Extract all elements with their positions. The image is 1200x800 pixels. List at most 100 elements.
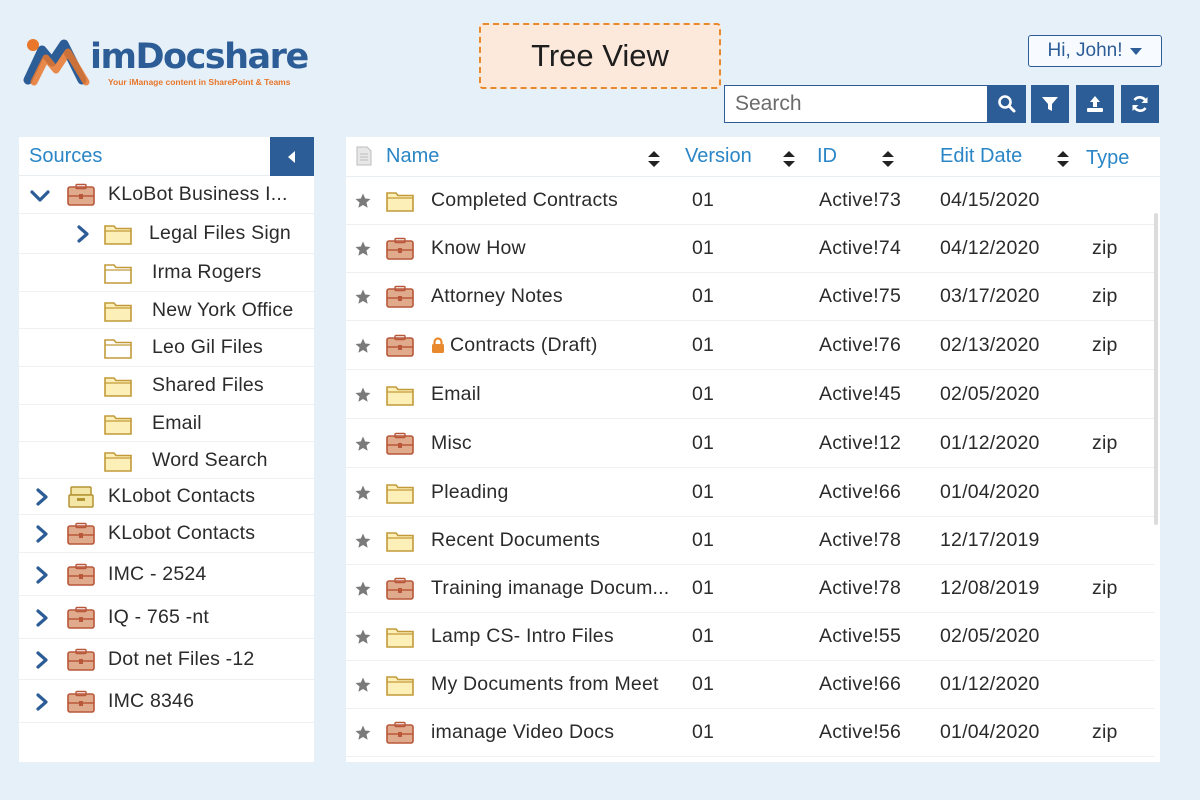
table-row[interactable]: Know How 01 Active!74 04/12/2020 zip	[346, 225, 1154, 273]
document-name[interactable]: Misc	[431, 432, 472, 455]
table-row[interactable]: Lamp CS- Intro Files 01 Active!55 02/05/202…	[346, 613, 1154, 661]
document-edit-date: 01/12/2020	[940, 432, 1040, 454]
star-icon[interactable]	[354, 532, 372, 555]
upload-button[interactable]	[1076, 85, 1114, 123]
document-edit-date: 12/08/2019	[940, 577, 1040, 599]
folder-outline-icon	[103, 336, 133, 365]
star-icon[interactable]	[354, 337, 372, 360]
source-tree-item-label: IQ - 765 -nt	[108, 605, 210, 628]
document-name[interactable]: Recent Documents	[431, 529, 600, 552]
table-row[interactable]: Pleading 01 Active!66 01/04/2020	[346, 469, 1154, 517]
table-row[interactable]: My Documents from Meet 01 Active!66 01/12/2…	[346, 661, 1154, 709]
table-row[interactable]: Attorney Notes 01 Active!75 03/17/2020 zip	[346, 273, 1154, 321]
chevron-right-icon[interactable]	[35, 608, 49, 632]
document-name[interactable]: Know How	[431, 237, 526, 260]
document-edit-date: 04/12/2020	[940, 237, 1040, 259]
table-row[interactable]: Completed Contracts 01 Active!73 04/15/2020	[346, 177, 1154, 225]
source-tree-item[interactable]: KLobot Contacts	[19, 479, 314, 515]
vertical-scrollbar[interactable]	[1154, 213, 1158, 525]
chevron-right-icon[interactable]	[35, 488, 49, 511]
source-tree-item[interactable]: Leo Gil Files	[19, 329, 314, 367]
star-icon[interactable]	[354, 288, 372, 311]
source-tree-item[interactable]: KLobot Contacts	[19, 515, 314, 553]
search-input[interactable]	[724, 85, 988, 123]
table-row[interactable]: Recent Documents 01 Active!78 12/17/2019	[346, 517, 1154, 565]
column-header-type[interactable]: Type	[1086, 147, 1129, 170]
source-tree-item[interactable]: KLoBot Business I...	[19, 176, 314, 214]
table-row[interactable]: imanage Video Docs 01 Active!56 01/04/2020 z…	[346, 709, 1154, 757]
source-tree-item-label: Legal Files Sign	[149, 222, 291, 244]
source-tree-item[interactable]: Dot net Files -12	[19, 639, 314, 680]
document-name[interactable]: Completed Contracts	[431, 189, 618, 212]
source-tree-item[interactable]: Word Search	[19, 442, 314, 479]
star-icon[interactable]	[354, 580, 372, 603]
star-icon[interactable]	[354, 386, 372, 409]
source-tree-item[interactable]: Shared Files	[19, 367, 314, 405]
table-row[interactable]: Email 01 Active!45 02/05/2020	[346, 371, 1154, 419]
document-name[interactable]: Email	[431, 383, 481, 406]
sort-icon[interactable]	[881, 150, 895, 168]
collapse-sources-button[interactable]	[270, 137, 314, 176]
user-menu-button[interactable]: Hi, John!	[1028, 35, 1162, 67]
star-icon[interactable]	[354, 484, 372, 507]
chevron-down-icon[interactable]	[30, 189, 50, 208]
document-name[interactable]: Contracts (Draft)	[450, 334, 598, 357]
document-name[interactable]: imanage Video Docs	[431, 721, 614, 744]
chevron-right-icon[interactable]	[76, 225, 90, 248]
folder-icon	[385, 529, 415, 558]
table-row[interactable]: Misc 01 Active!12 01/12/2020 zip	[346, 420, 1154, 468]
logo-tagline: Your iManage content in SharePoint & Tea…	[108, 77, 291, 87]
document-name[interactable]: Pleading	[431, 481, 509, 504]
sources-title: Sources	[29, 145, 103, 167]
column-header-edit-date[interactable]: Edit Date	[940, 145, 1022, 168]
archive-box-icon	[66, 485, 96, 514]
search-icon	[998, 95, 1016, 113]
logo-wordmark: imDocshare	[90, 37, 309, 77]
document-version: 01	[692, 529, 715, 551]
chevron-right-icon[interactable]	[35, 565, 49, 589]
star-icon[interactable]	[354, 192, 372, 215]
source-tree-item[interactable]: IMC 8346	[19, 680, 314, 723]
source-tree-item[interactable]: IQ - 765 -nt	[19, 596, 314, 639]
search-button[interactable]	[988, 85, 1026, 123]
chevron-right-icon[interactable]	[35, 525, 49, 548]
chevron-right-icon[interactable]	[35, 650, 49, 674]
document-name[interactable]: Attorney Notes	[431, 285, 563, 308]
chevron-right-icon[interactable]	[35, 692, 49, 716]
sort-icon[interactable]	[647, 150, 661, 168]
sort-icon[interactable]	[1056, 150, 1070, 168]
document-id: Active!12	[819, 432, 902, 454]
star-icon[interactable]	[354, 724, 372, 747]
column-header-id[interactable]: ID	[817, 145, 837, 168]
folder-icon	[103, 222, 133, 251]
briefcase-icon	[66, 648, 96, 677]
document-id: Active!45	[819, 383, 902, 405]
document-edit-date: 12/17/2019	[940, 529, 1040, 551]
filter-button[interactable]	[1031, 85, 1069, 123]
star-icon[interactable]	[354, 628, 372, 651]
source-tree-item[interactable]: New York Office	[19, 292, 314, 329]
document-name[interactable]: My Documents from Meet	[431, 673, 659, 696]
table-row[interactable]: Training imanage Docum... 01 Active!78 12/0…	[346, 565, 1154, 613]
briefcase-icon	[385, 577, 415, 606]
document-name[interactable]: Training imanage Docum...	[431, 577, 669, 600]
document-name[interactable]: Lamp CS- Intro Files	[431, 625, 614, 648]
column-header-name[interactable]: Name	[386, 145, 439, 168]
folder-icon	[385, 383, 415, 412]
column-header-version[interactable]: Version	[685, 145, 752, 168]
source-tree-item[interactable]: Legal Files Sign	[19, 214, 314, 254]
source-tree-item-label: IMC - 2524	[108, 562, 207, 585]
star-icon[interactable]	[354, 435, 372, 458]
refresh-button[interactable]	[1121, 85, 1159, 123]
source-tree-item[interactable]: IMC - 2524	[19, 553, 314, 596]
table-row[interactable]: Contracts (Draft) 01 Active!76 02/13/2020 zi…	[346, 322, 1154, 370]
star-icon[interactable]	[354, 676, 372, 699]
source-tree-item-label: Leo Gil Files	[152, 336, 263, 358]
sort-icon[interactable]	[782, 150, 796, 168]
source-tree-item[interactable]: Email	[19, 405, 314, 442]
source-tree-item[interactable]: Irma Rogers	[19, 254, 314, 292]
star-icon[interactable]	[354, 240, 372, 263]
briefcase-icon	[66, 563, 96, 592]
logo-mark-icon	[23, 39, 90, 86]
folder-icon	[103, 412, 133, 441]
